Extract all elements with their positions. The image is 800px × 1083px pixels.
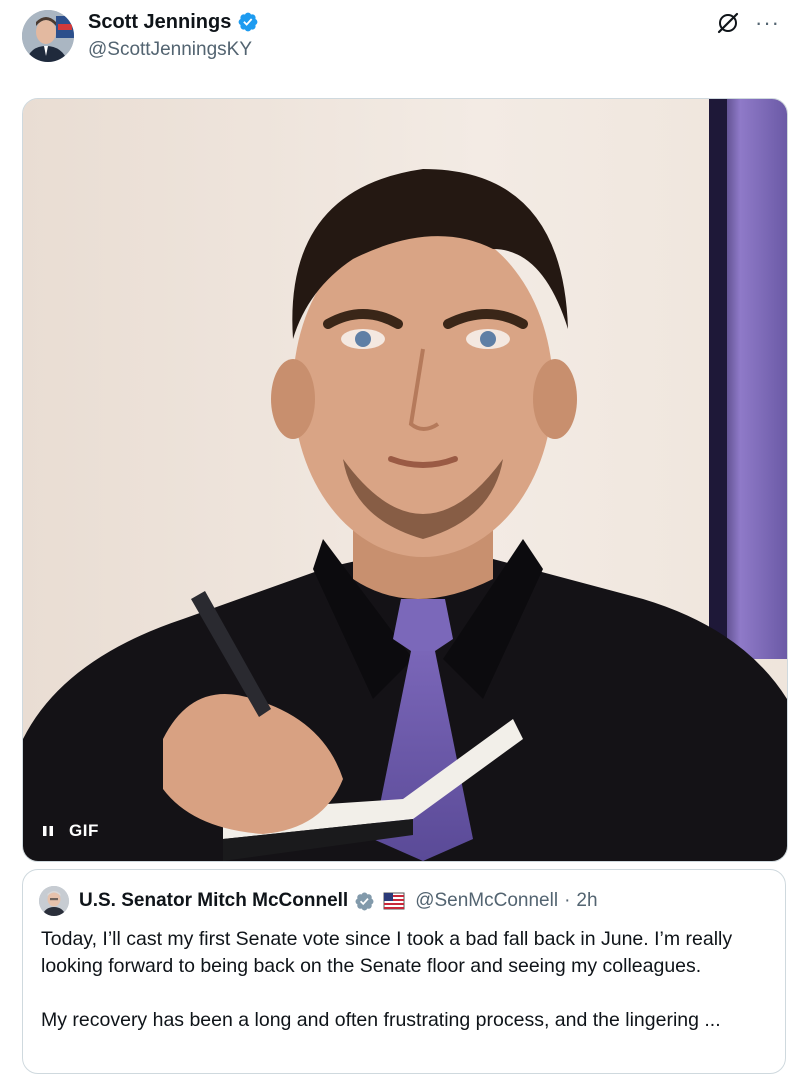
pause-icon[interactable] [41, 824, 55, 838]
quoted-author-avatar[interactable] [39, 886, 69, 916]
quoted-author-name[interactable]: U.S. Senator Mitch McConnell [79, 890, 348, 912]
author-handle[interactable]: @ScottJenningsKY [88, 39, 259, 61]
quoted-tweet-paragraph: Today, I’ll cast my first Senate vote si… [41, 928, 733, 977]
slashed-circle-icon[interactable] [715, 10, 741, 36]
quoted-tweet-header: U.S. Senator Mitch McConnell @SenMcConne… [39, 886, 598, 916]
author-block: Scott Jennings @ScottJenningsKY [88, 9, 259, 61]
meta-separator: · [564, 890, 571, 911]
author-avatar[interactable] [22, 10, 74, 62]
quoted-author-handle[interactable]: @SenMcConnell [415, 890, 558, 912]
gif-badge: GIF [69, 821, 99, 840]
gov-verified-badge-icon[interactable] [354, 891, 375, 912]
verified-badge-icon[interactable] [237, 11, 259, 33]
gif-controls: GIF [41, 821, 99, 841]
us-flag-icon [383, 892, 405, 910]
header-actions: ··· [715, 10, 780, 36]
quoted-tweet-time[interactable]: 2h [576, 890, 597, 912]
tweet: Scott Jennings @ScottJenningsKY ··· GIF … [0, 0, 800, 1083]
author-name[interactable]: Scott Jennings [88, 11, 231, 34]
quoted-tweet[interactable]: U.S. Senator Mitch McConnell @SenMcConne… [22, 869, 786, 1074]
more-options-icon[interactable]: ··· [755, 12, 780, 34]
person-photo-icon [22, 10, 74, 62]
author-name-row: Scott Jennings [88, 9, 259, 35]
quoted-tweet-paragraph: My recovery has been a long and often fr… [41, 1009, 721, 1031]
gif-media[interactable]: GIF [22, 98, 788, 862]
gif-image [23, 99, 787, 861]
quoted-tweet-text: Today, I’ll cast my first Senate vote si… [41, 926, 771, 1034]
person-photo-icon [39, 886, 69, 916]
